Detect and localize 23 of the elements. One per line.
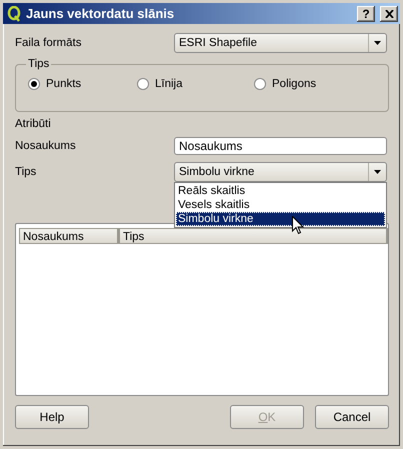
name-input-field[interactable]: Nosaukums: [174, 137, 387, 155]
type-dropdown[interactable]: Simbolu virkne: [174, 162, 387, 182]
field-label: Faila formāts: [15, 37, 82, 49]
caret-icon: [374, 41, 381, 45]
group-title: Tips: [27, 58, 50, 70]
dialog-button[interactable]: Help: [15, 405, 89, 429]
window-title: Jauns vektordatu slānis: [26, 6, 176, 21]
help-button[interactable]: ?: [357, 6, 375, 22]
dropdown-option[interactable]: Simbolu virkne: [176, 212, 385, 226]
caret-icon: [374, 170, 381, 174]
app-logo-icon: [7, 6, 21, 22]
field-label: Tips: [15, 166, 38, 178]
radio-option[interactable]: Punkts: [28, 78, 82, 90]
format-dropdown[interactable]: ESRI Shapefile: [174, 33, 387, 53]
radio-option[interactable]: Poligons: [254, 78, 316, 90]
close-button[interactable]: [380, 6, 398, 22]
dialog-button[interactable]: Cancel: [315, 405, 389, 429]
field-label: Nosaukums: [15, 140, 77, 152]
column-header[interactable]: Tips: [119, 228, 388, 244]
column-header[interactable]: Nosaukums: [19, 228, 119, 244]
section-title: Atribūti: [15, 118, 52, 130]
radio-option[interactable]: Līnija: [137, 78, 182, 90]
close-icon: [384, 10, 394, 18]
